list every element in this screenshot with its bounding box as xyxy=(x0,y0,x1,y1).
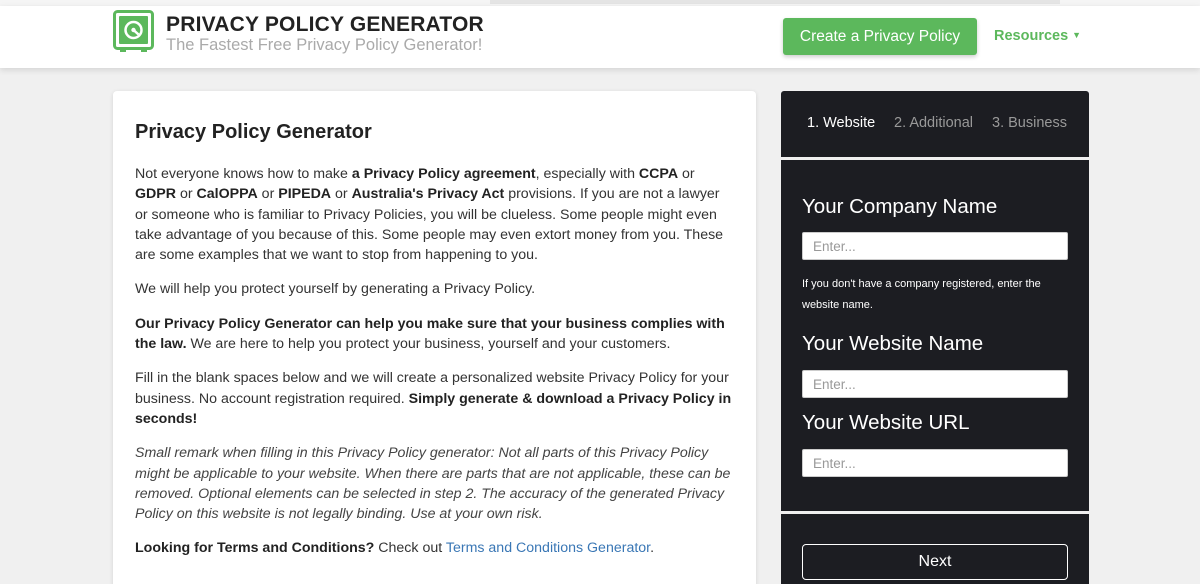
website-url-label: Your Website URL xyxy=(802,411,970,434)
page-title: Privacy Policy Generator xyxy=(135,121,372,143)
intro-paragraph: Not everyone knows how to make a Privacy… xyxy=(135,166,724,264)
tab-additional[interactable]: 2. Additional xyxy=(894,115,973,131)
brand-title[interactable]: PRIVACY POLICY GENERATOR xyxy=(166,13,484,37)
divider xyxy=(781,511,1089,514)
brand-tagline: The Fastest Free Privacy Policy Generato… xyxy=(166,36,483,54)
terms-generator-link[interactable]: Terms and Conditions Generator xyxy=(446,540,650,556)
help-paragraph: We will help you protect yourself by gen… xyxy=(135,281,536,298)
tab-business[interactable]: 3. Business xyxy=(992,115,1067,131)
compliance-paragraph: Our Privacy Policy Generator can help yo… xyxy=(135,315,725,353)
safe-icon[interactable] xyxy=(113,10,154,53)
generator-form-panel: 1. Website 2. Additional 3. Business You… xyxy=(781,91,1089,584)
company-name-label: Your Company Name xyxy=(802,195,998,218)
resources-label: Resources xyxy=(994,28,1069,44)
site-header: PRIVACY POLICY GENERATOR The Fastest Fre… xyxy=(0,6,1200,68)
resources-menu[interactable]: Resources ▼ xyxy=(994,28,1081,44)
caret-down-icon: ▼ xyxy=(1072,30,1082,40)
remark-paragraph: Small remark when filling in this Privac… xyxy=(135,445,731,523)
tab-website[interactable]: 1. Website xyxy=(807,115,875,131)
divider xyxy=(781,157,1089,160)
company-name-input[interactable] xyxy=(802,232,1068,260)
terms-paragraph: Looking for Terms and Conditions? Check … xyxy=(135,540,655,557)
website-name-label: Your Website Name xyxy=(802,332,984,355)
website-name-input[interactable] xyxy=(802,370,1068,398)
website-url-input[interactable] xyxy=(802,449,1068,477)
fill-in-paragraph: Fill in the blank spaces below and we wi… xyxy=(135,370,732,427)
create-privacy-policy-button[interactable]: Create a Privacy Policy xyxy=(783,18,977,55)
intro-card: Privacy Policy Generator Not everyone kn… xyxy=(113,91,756,584)
company-name-hint: If you don't have a company registered, … xyxy=(802,278,1041,311)
step-tabs: 1. Website 2. Additional 3. Business xyxy=(781,91,1089,157)
next-button[interactable]: Next xyxy=(802,544,1068,580)
